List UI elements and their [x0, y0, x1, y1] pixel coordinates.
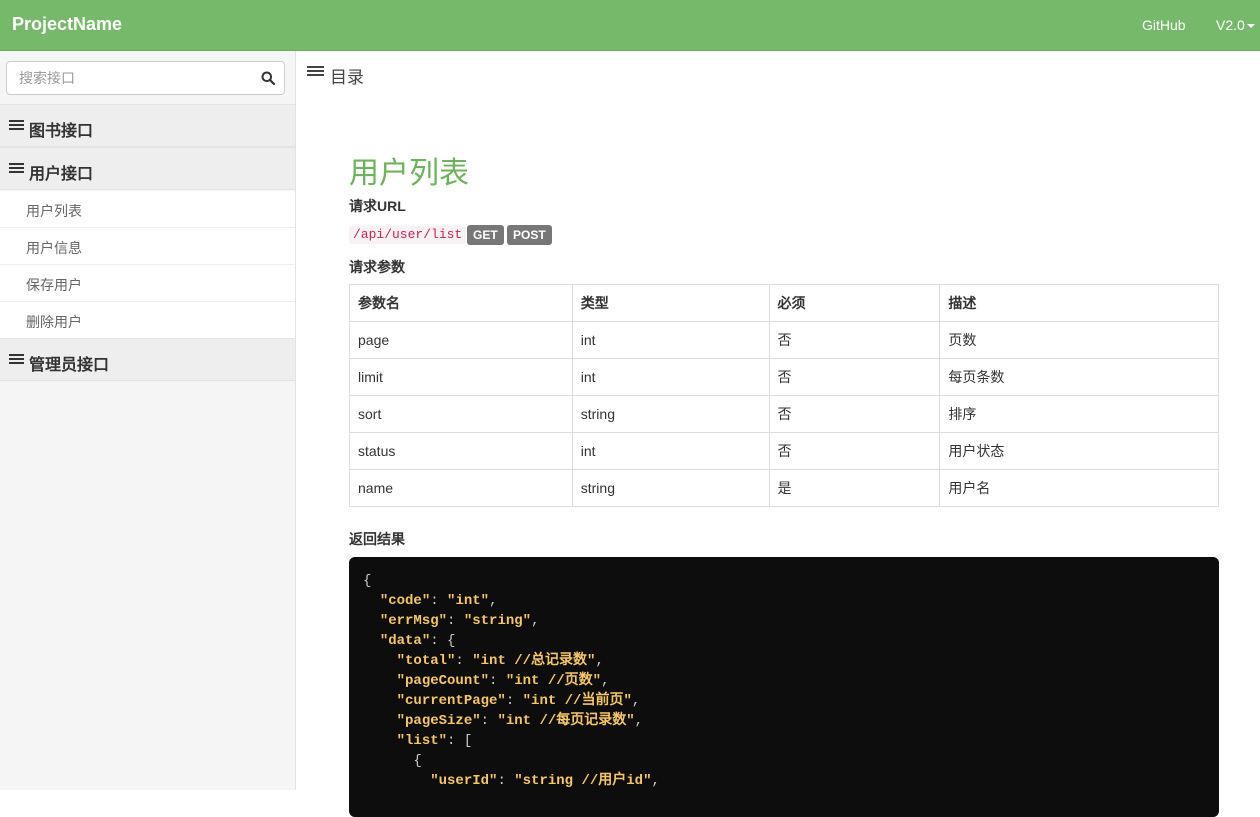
table-row: page int 否 页数	[349, 321, 1219, 359]
params-table: 参数名 类型 必须 描述 page int 否 页数 limit int 否 每…	[349, 284, 1219, 507]
api-title: 用户列表	[349, 157, 469, 190]
result-code-block: { "code": "int", "errMsg": "string", "da…	[349, 557, 1219, 817]
sidebar-group-admins[interactable]: 管理员接口	[0, 338, 295, 381]
sidebar-group-label: 用户接口	[29, 166, 94, 183]
code-line: "total": "int //总记录数",	[396, 653, 604, 669]
top-navbar: ProjectName GitHub V2.0	[0, 0, 1260, 51]
version-dropdown[interactable]: V2.0	[1216, 17, 1255, 33]
code-line: {	[363, 573, 372, 589]
code-line: "list": [	[396, 733, 473, 749]
sidebar: 图书接口 用户接口 用户列表 用户信息 保存用户 删除用户 管理员接口	[0, 51, 296, 790]
search-icon[interactable]	[261, 71, 275, 85]
table-cell: 页数	[939, 321, 1219, 359]
code-line: "currentPage": "int //当前页",	[396, 693, 641, 709]
list-icon	[9, 120, 24, 132]
request-url-label: 请求URL	[349, 198, 406, 214]
list-icon	[9, 354, 24, 366]
table-row: limit int 否 每页条数	[349, 358, 1219, 396]
request-url: /api/user/list	[349, 226, 467, 244]
table-row: name string 是 用户名	[349, 469, 1219, 507]
sidebar-item-label: 用户信息	[26, 240, 82, 256]
sidebar-item-user-list[interactable]: 用户列表	[0, 191, 295, 228]
sidebar-item-user-info[interactable]: 用户信息	[0, 228, 295, 265]
code-line: "data": {	[379, 633, 456, 649]
column-header: 必须	[768, 284, 941, 322]
brand-logo[interactable]: ProjectName	[12, 14, 122, 35]
table-cell: 是	[768, 469, 941, 507]
code-line: "userId": "string //用户id",	[430, 773, 660, 789]
table-cell: name	[349, 469, 573, 507]
sidebar-item-delete-user[interactable]: 删除用户	[0, 302, 295, 339]
search-box	[6, 61, 285, 95]
method-badge-post: POST	[507, 225, 552, 245]
table-cell: string	[571, 395, 770, 433]
list-icon	[9, 163, 24, 175]
method-badge-get: GET	[467, 225, 504, 245]
table-row: status int 否 用户状态	[349, 432, 1219, 470]
request-params-label: 请求参数	[349, 259, 405, 275]
toc-label[interactable]: 目录	[330, 63, 364, 88]
sidebar-item-label: 用户列表	[26, 203, 82, 219]
table-cell: 每页条数	[939, 358, 1219, 396]
sidebar-item-label: 删除用户	[26, 314, 82, 330]
table-cell: int	[571, 358, 770, 396]
code-line: "pageSize": "int //每页记录数",	[396, 713, 644, 729]
table-cell: 否	[768, 321, 941, 359]
sidebar-group-label: 管理员接口	[29, 357, 110, 374]
result-label: 返回结果	[349, 531, 405, 547]
column-header: 参数名	[349, 284, 573, 322]
toc-list-icon[interactable]	[307, 66, 324, 79]
code-line: "code": "int",	[379, 593, 498, 609]
table-cell: sort	[349, 395, 573, 433]
table-cell: page	[349, 321, 573, 359]
code-line: "pageCount": "int //页数",	[396, 673, 610, 689]
table-cell: 否	[768, 432, 941, 470]
table-cell: string	[571, 469, 770, 507]
sidebar-group-label: 图书接口	[29, 123, 94, 140]
table-cell: int	[571, 432, 770, 470]
version-label: V2.0	[1216, 17, 1245, 33]
sidebar-group-users[interactable]: 用户接口	[0, 147, 295, 190]
table-cell: 排序	[939, 395, 1219, 433]
table-cell: 否	[768, 358, 941, 396]
column-header: 类型	[571, 284, 770, 322]
code-line: "errMsg": "string",	[379, 613, 540, 629]
search-input[interactable]	[7, 62, 247, 94]
table-row: sort string 否 排序	[349, 395, 1219, 433]
table-cell: limit	[349, 358, 573, 396]
table-cell: 用户名	[939, 469, 1219, 507]
code-line: {	[413, 753, 422, 769]
table-cell: int	[571, 321, 770, 359]
sidebar-item-save-user[interactable]: 保存用户	[0, 265, 295, 302]
table-cell: 否	[768, 395, 941, 433]
table-cell: status	[349, 432, 573, 470]
github-link[interactable]: GitHub	[1142, 17, 1186, 33]
sidebar-item-label: 保存用户	[26, 277, 82, 293]
table-cell: 用户状态	[939, 432, 1219, 470]
column-header: 描述	[939, 284, 1219, 322]
sidebar-group-books[interactable]: 图书接口	[0, 104, 295, 147]
table-header-row: 参数名 类型 必须 描述	[349, 284, 1219, 322]
caret-down-icon	[1246, 24, 1255, 29]
